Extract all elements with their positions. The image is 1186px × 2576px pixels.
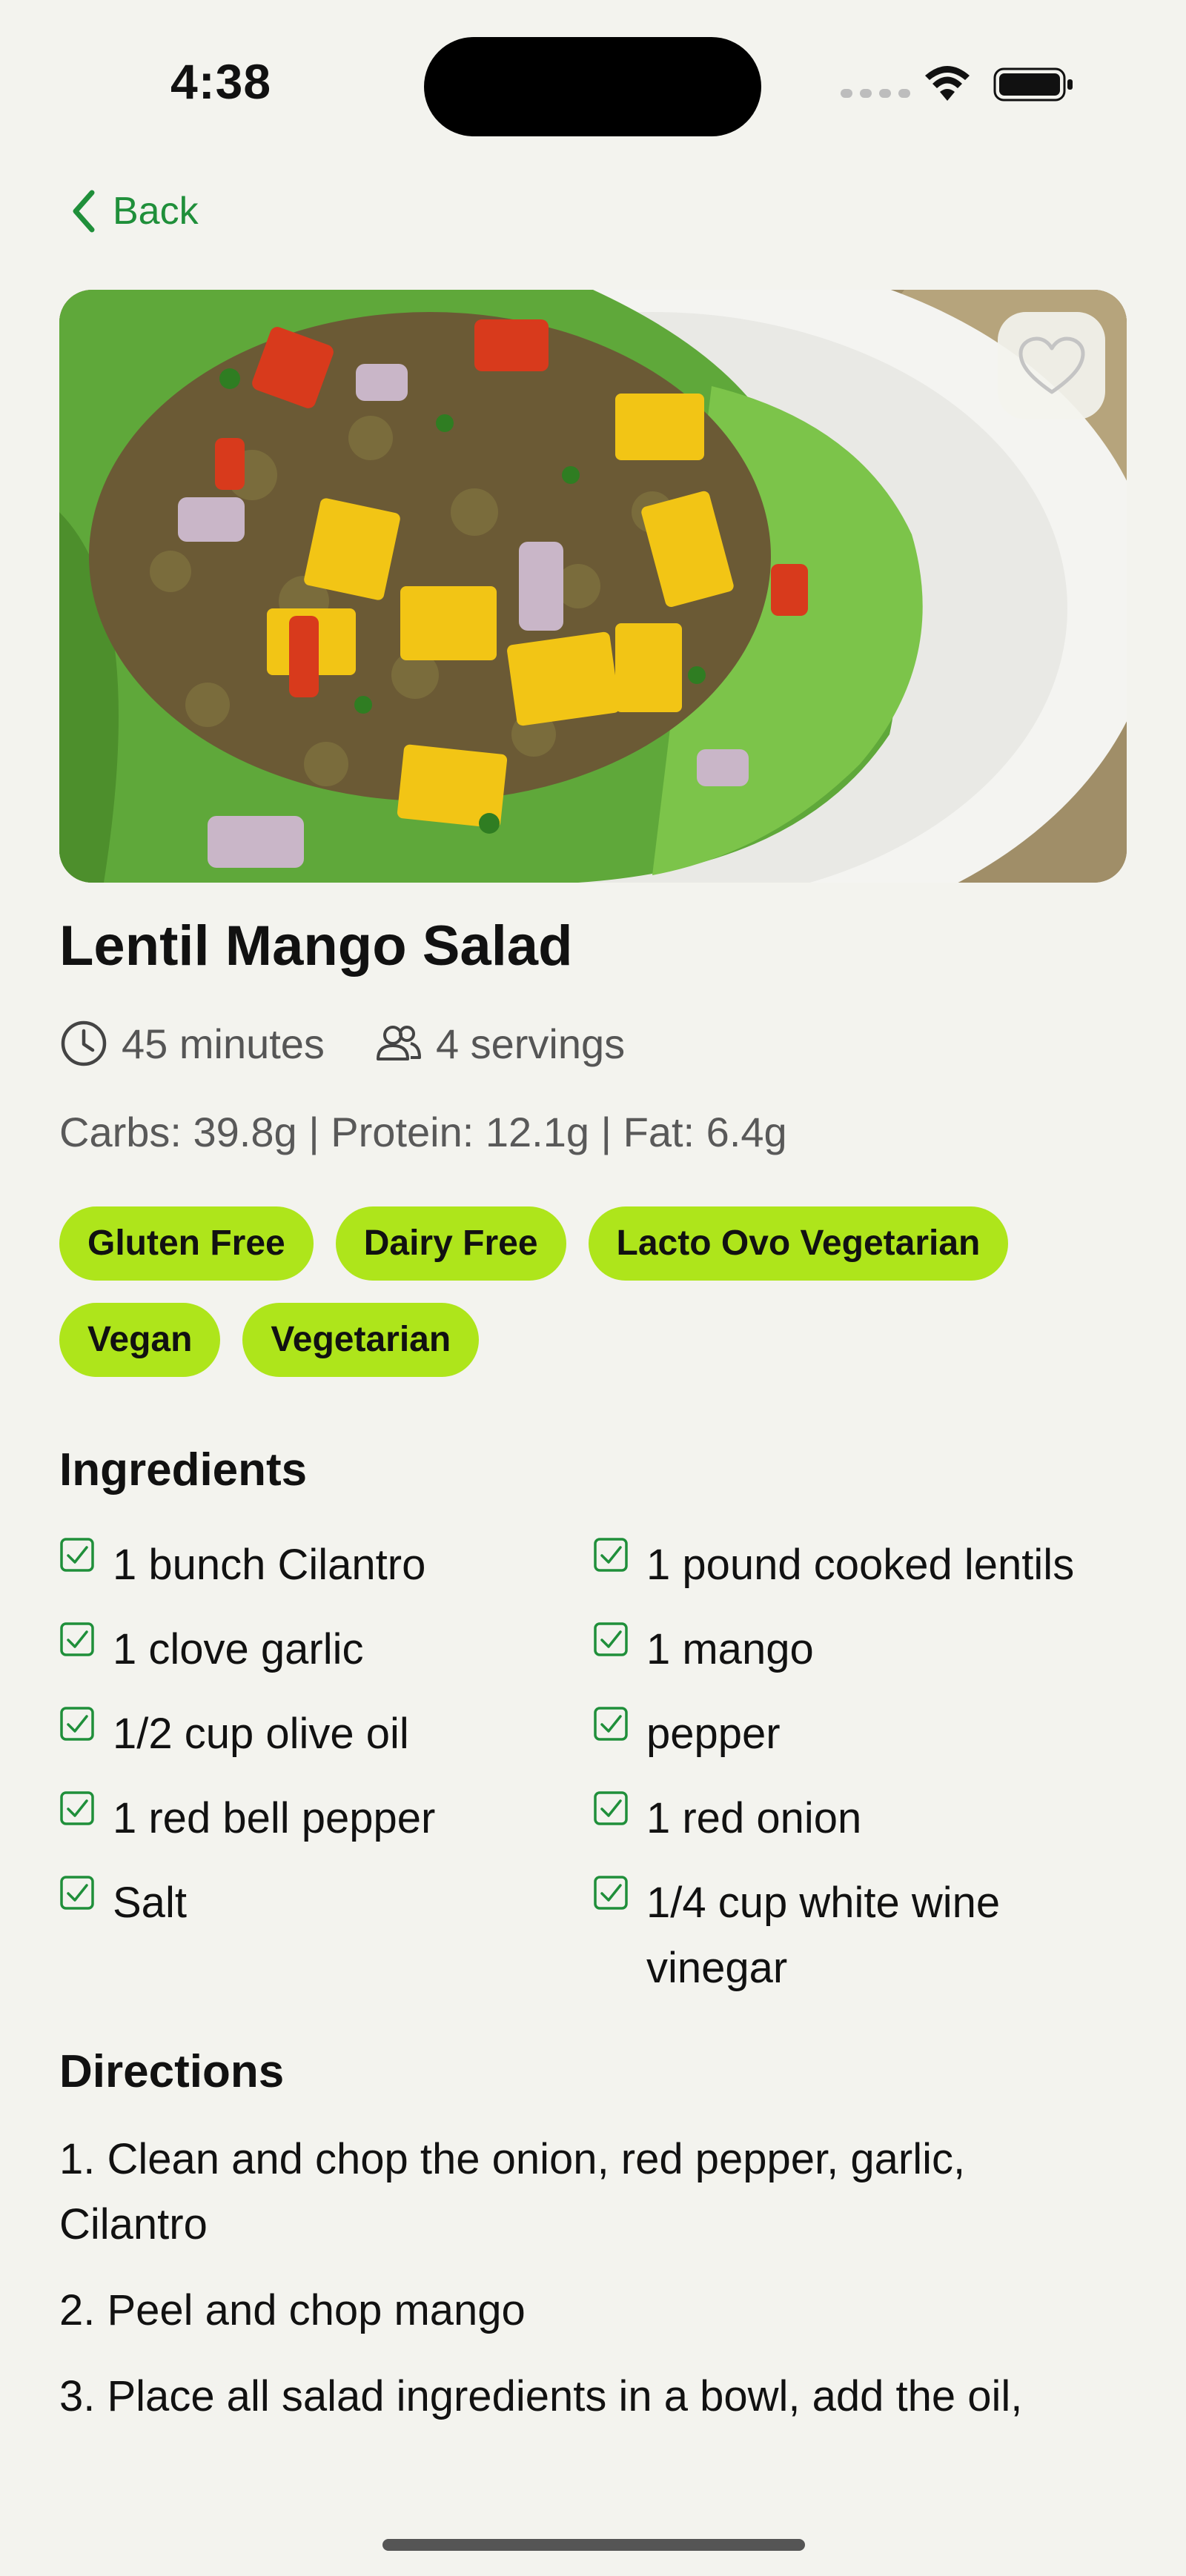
checkbox-checked-icon bbox=[60, 1876, 94, 1910]
ingredient-label: 1 clove garlic bbox=[113, 1625, 364, 1673]
ingredients-list: 1 bunch Cilantro 1 pound cooked lentils … bbox=[59, 1533, 1142, 2001]
favorite-button[interactable] bbox=[998, 312, 1105, 419]
ingredient-item[interactable]: 1 mango bbox=[593, 1617, 1127, 1682]
recipe-image bbox=[59, 290, 1127, 883]
checkbox-checked-icon bbox=[60, 1791, 94, 1825]
ingredients-heading: Ingredients bbox=[59, 1444, 308, 1496]
diet-tag: Vegan bbox=[59, 1303, 221, 1377]
diet-tags: Gluten Free Dairy Free Lacto Ovo Vegetar… bbox=[59, 1206, 1142, 1377]
ingredient-label: Salt bbox=[113, 1879, 187, 1927]
ingredient-label: pepper bbox=[646, 1710, 781, 1758]
status-bar: 4:38 bbox=[0, 0, 1186, 170]
ingredient-label: 1 mango bbox=[646, 1625, 814, 1673]
ingredient-item[interactable]: pepper bbox=[593, 1702, 1127, 1767]
ingredient-item[interactable]: 1 clove garlic bbox=[59, 1617, 593, 1682]
checkbox-checked-icon bbox=[60, 1622, 94, 1656]
signal-icon bbox=[841, 89, 910, 98]
dynamic-island bbox=[424, 37, 761, 136]
directions-heading: Directions bbox=[59, 2046, 285, 2097]
ingredient-item[interactable]: 1 bunch Cilantro bbox=[59, 1533, 593, 1598]
checkbox-checked-icon bbox=[60, 1538, 94, 1572]
checkbox-checked-icon bbox=[594, 1538, 628, 1572]
diet-tag: Lacto Ovo Vegetarian bbox=[588, 1206, 1009, 1281]
ingredient-label: 1 red onion bbox=[646, 1794, 862, 1842]
ingredient-item[interactable]: 1 red onion bbox=[593, 1786, 1127, 1851]
ingredient-label: 1/4 cup white wine vinegar bbox=[646, 1879, 1001, 1992]
heart-icon bbox=[1018, 336, 1084, 394]
ingredient-item[interactable]: 1/4 cup white wine vinegar bbox=[593, 1870, 1127, 2001]
ingredient-label: 1 bunch Cilantro bbox=[113, 1541, 426, 1589]
home-indicator[interactable] bbox=[382, 2539, 805, 2551]
directions-list: 1. Clean and chop the onion, red pepper,… bbox=[59, 2127, 1112, 2450]
people-icon bbox=[376, 1026, 421, 1060]
clock-icon bbox=[61, 1020, 107, 1066]
ingredient-item[interactable]: Salt bbox=[59, 1870, 593, 2001]
ingredient-item[interactable]: 1 red bell pepper bbox=[59, 1786, 593, 1851]
checkbox-checked-icon bbox=[594, 1876, 628, 1910]
chevron-left-icon bbox=[73, 190, 95, 233]
ingredient-label: 1/2 cup olive oil bbox=[113, 1710, 409, 1758]
direction-step: 1. Clean and chop the onion, red pepper,… bbox=[59, 2135, 966, 2248]
diet-tag: Vegetarian bbox=[242, 1303, 480, 1377]
checkbox-checked-icon bbox=[594, 1622, 628, 1656]
direction-step: 2. Peel and chop mango bbox=[59, 2286, 526, 2334]
recipe-meta: 45 minutes 4 servings bbox=[59, 1019, 625, 1068]
recipe-nutrition: Carbs: 39.8g | Protein: 12.1g | Fat: 6.4… bbox=[59, 1109, 787, 1155]
diet-tag: Gluten Free bbox=[59, 1206, 314, 1281]
ingredient-label: 1 red bell pepper bbox=[113, 1794, 436, 1842]
back-button[interactable]: Back bbox=[68, 187, 199, 236]
checkbox-checked-icon bbox=[60, 1707, 94, 1741]
recipe-servings: 4 servings bbox=[435, 1020, 626, 1067]
ingredient-item[interactable]: 1 pound cooked lentils bbox=[593, 1533, 1127, 1598]
recipe-title: Lentil Mango Salad bbox=[59, 914, 573, 977]
battery-icon bbox=[993, 67, 1073, 102]
back-label: Back bbox=[113, 190, 199, 233]
recipe-time: 45 minutes bbox=[122, 1020, 325, 1067]
ingredient-label: 1 pound cooked lentils bbox=[646, 1541, 1075, 1589]
checkbox-checked-icon bbox=[594, 1791, 628, 1825]
checkbox-checked-icon bbox=[594, 1707, 628, 1741]
diet-tag: Dairy Free bbox=[335, 1206, 566, 1281]
wifi-icon bbox=[925, 66, 970, 101]
ingredient-item[interactable]: 1/2 cup olive oil bbox=[59, 1702, 593, 1767]
status-time: 4:38 bbox=[170, 54, 272, 109]
direction-step: 3. Place all salad ingredients in a bowl… bbox=[59, 2372, 1023, 2420]
